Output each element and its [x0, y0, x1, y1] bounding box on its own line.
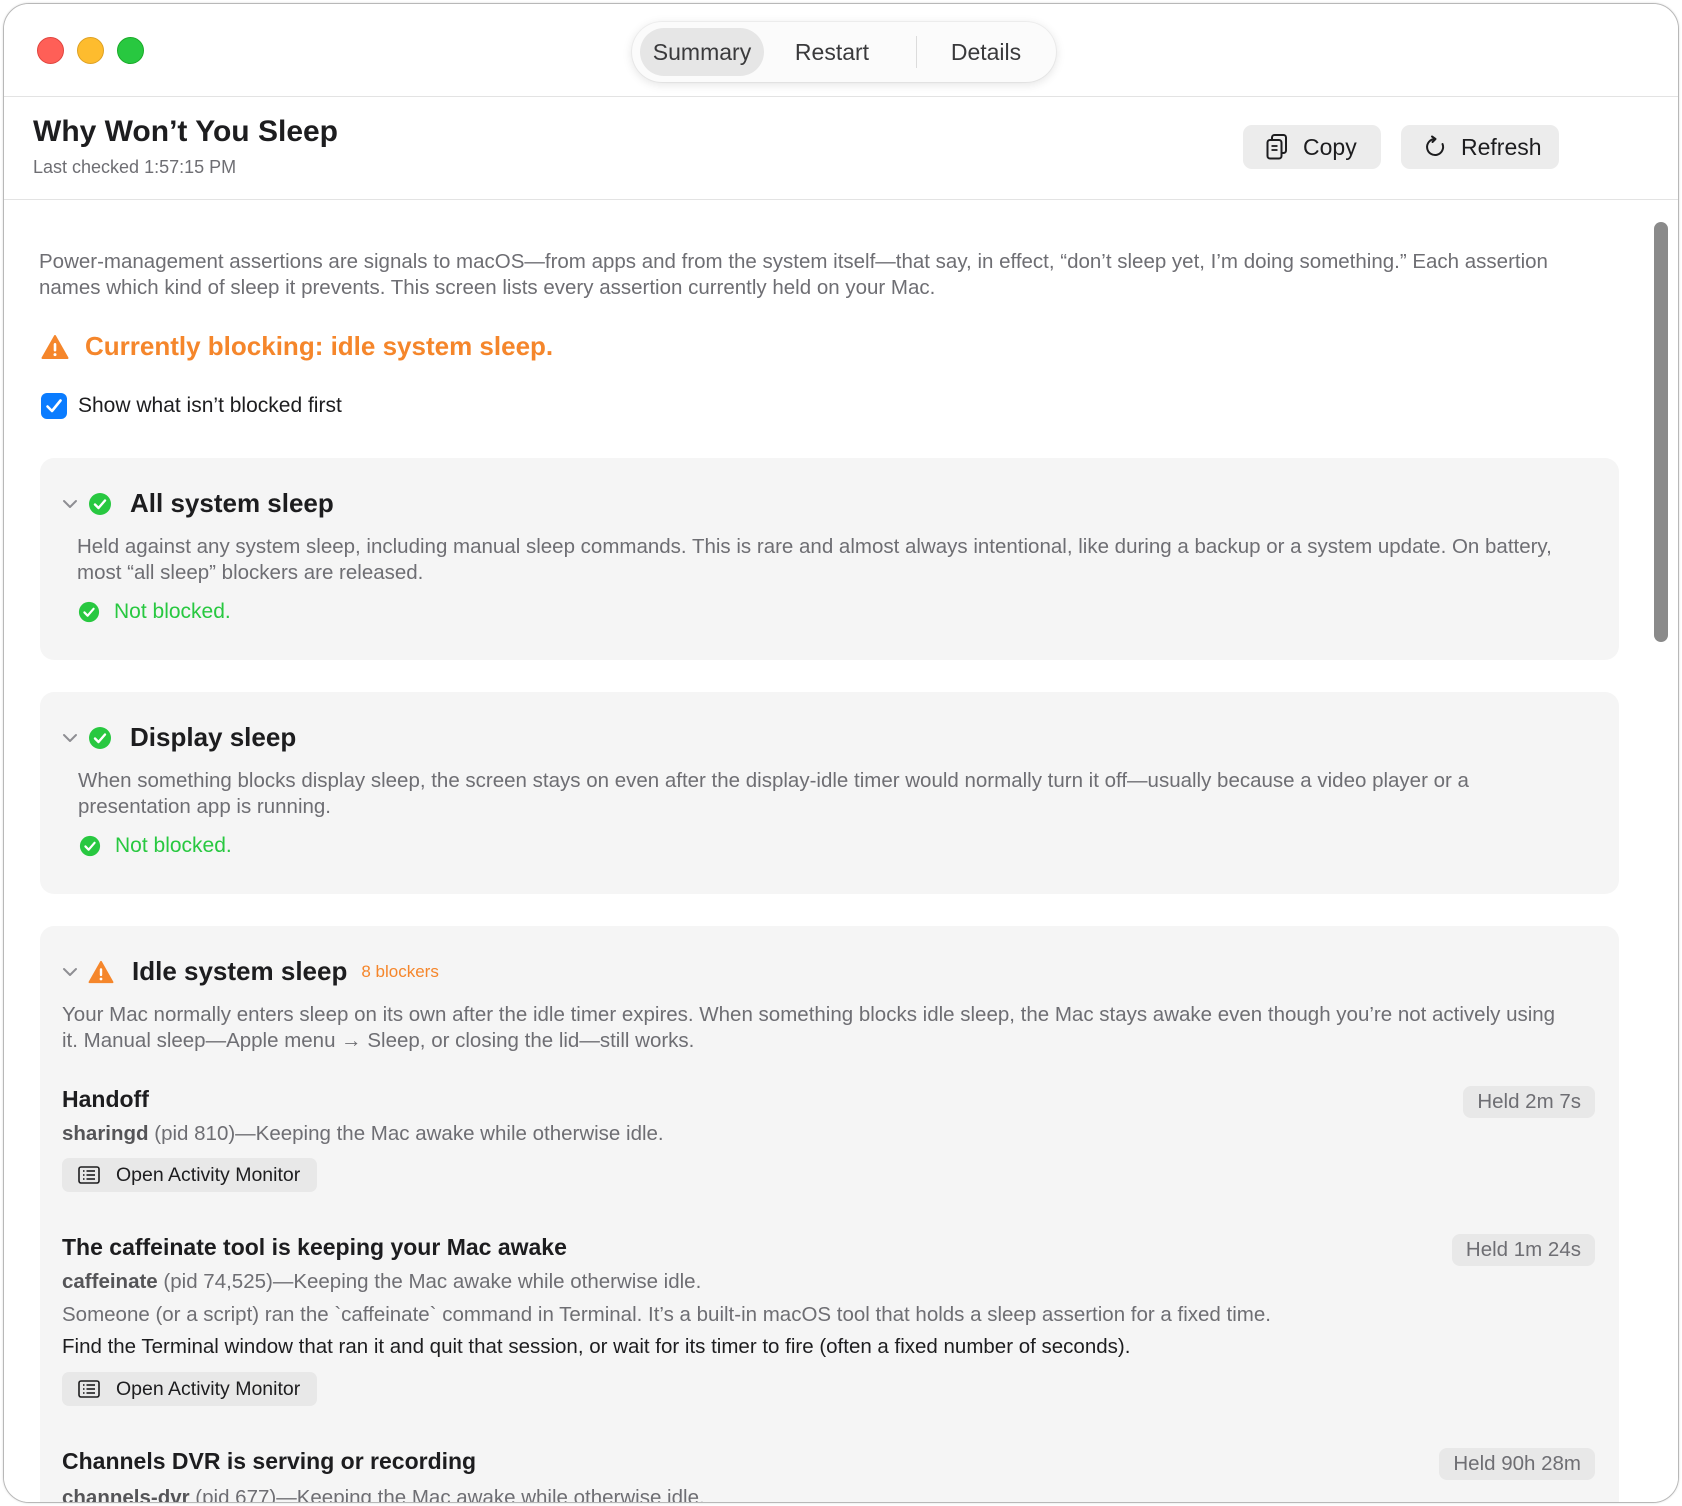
blocker-process-line: channels-dvr (pid 677)—Keeping the Mac a…	[62, 1486, 705, 1502]
page-header: Why Won’t You Sleep Last checked 1:57:15…	[4, 97, 1678, 200]
copy-button[interactable]: Copy	[1243, 125, 1381, 169]
copy-icon	[1266, 134, 1287, 160]
section-description: When something blocks display sleep, the…	[78, 769, 1469, 818]
blocking-banner: Currently blocking: idle system sleep.	[41, 331, 553, 362]
button-label: Open Activity Monitor	[116, 1377, 301, 1400]
check-circle-icon	[89, 726, 111, 749]
blocker-process-line: sharingd (pid 810)—Keeping the Mac awake…	[62, 1122, 664, 1146]
section-description: Held against any system sleep, including…	[77, 535, 1552, 584]
close-window-button[interactable]	[37, 37, 64, 64]
blocker-title: Channels DVR is serving or recording	[62, 1448, 477, 1474]
minimize-window-button[interactable]	[77, 37, 104, 64]
tab-details[interactable]: Details	[924, 28, 1048, 76]
scrollbar-thumb[interactable]	[1654, 222, 1668, 642]
tab-restart[interactable]: Restart	[772, 28, 892, 76]
blocker-advice: Find the Terminal window that ran it and…	[62, 1335, 1131, 1358]
intro-text: Power-management assertions are signals …	[39, 250, 1548, 299]
title-bar: Summary Restart Details	[4, 4, 1678, 97]
held-duration-badge: Held 1m 24s	[1451, 1234, 1595, 1266]
chevron-down-icon[interactable]	[60, 732, 80, 744]
warning-triangle-icon	[41, 334, 69, 359]
open-activity-monitor-button[interactable]: Open Activity Monitor	[62, 1158, 318, 1192]
button-label: Open Activity Monitor	[116, 1163, 301, 1186]
section-header[interactable]: Idle system sleep 8 blockers	[60, 956, 439, 987]
blocking-message: Currently blocking: idle system sleep.	[85, 331, 554, 361]
check-circle-icon	[79, 835, 101, 857]
scroll-content[interactable]: Power-management assertions are signals …	[4, 200, 1678, 1502]
section-description: Your Mac normally enters sleep on its ow…	[62, 1003, 1556, 1052]
blocker-title: Handoff	[62, 1086, 149, 1112]
process-detail: (pid 810)—Keeping the Mac awake while ot…	[148, 1122, 664, 1145]
section-header[interactable]: Display sleep	[60, 722, 296, 753]
segment-divider	[916, 36, 917, 68]
blocker-title: The caffeinate tool is keeping your Mac …	[62, 1234, 567, 1260]
process-name: sharingd	[62, 1122, 149, 1145]
section-title: Idle system sleep	[132, 956, 348, 986]
process-detail: (pid 677)—Keeping the Mac awake while ot…	[189, 1486, 705, 1502]
refresh-button[interactable]: Refresh	[1401, 125, 1559, 169]
view-segmented-control: Summary Restart Details	[632, 22, 1056, 82]
open-activity-monitor-button[interactable]: Open Activity Monitor	[62, 1372, 318, 1406]
tab-summary[interactable]: Summary	[640, 28, 764, 76]
zoom-window-button[interactable]	[117, 37, 144, 64]
checkbox-label: Show what isn’t blocked first	[78, 394, 342, 417]
check-circle-icon	[89, 492, 111, 515]
section-all-system-sleep: All system sleep Held against any system…	[40, 458, 1619, 660]
process-name: caffeinate	[62, 1270, 158, 1293]
warning-triangle-icon	[88, 960, 114, 983]
held-duration-badge: Held 90h 28m	[1439, 1448, 1595, 1480]
show-unblocked-first-toggle[interactable]: Show what isn’t blocked first	[41, 393, 342, 419]
section-header[interactable]: All system sleep	[60, 488, 334, 519]
held-duration-badge: Held 2m 7s	[1463, 1086, 1595, 1118]
section-display-sleep: Display sleep When something blocks disp…	[40, 692, 1619, 894]
chevron-down-icon[interactable]	[60, 498, 80, 510]
status-text: Not blocked.	[115, 834, 232, 857]
refresh-button-label: Refresh	[1461, 133, 1542, 160]
chevron-down-icon[interactable]	[60, 966, 80, 978]
checkbox[interactable]	[41, 393, 67, 419]
refresh-icon	[1426, 135, 1445, 156]
activity-monitor-icon	[78, 1166, 100, 1184]
status-line: Not blocked.	[78, 600, 231, 624]
check-circle-icon	[78, 601, 100, 623]
activity-monitor-icon	[78, 1380, 100, 1398]
page-title: Why Won’t You Sleep	[33, 115, 339, 148]
blocker-explanation: Someone (or a script) ran the `caffeinat…	[62, 1303, 1271, 1326]
last-checked-label: Last checked 1:57:15 PM	[33, 157, 237, 177]
checkmark-icon	[46, 399, 62, 413]
status-line: Not blocked.	[79, 834, 232, 858]
section-title: All system sleep	[130, 488, 334, 518]
app-window: Summary Restart Details Why Won’t You Sl…	[3, 3, 1679, 1503]
section-title: Display sleep	[130, 722, 297, 752]
blocker-process-line: caffeinate (pid 74,525)—Keeping the Mac …	[62, 1270, 701, 1294]
process-name: channels-dvr	[62, 1486, 190, 1502]
copy-button-label: Copy	[1303, 133, 1357, 160]
process-detail: (pid 74,525)—Keeping the Mac awake while…	[157, 1270, 702, 1293]
status-text: Not blocked.	[114, 600, 231, 623]
section-idle-system-sleep: Idle system sleep 8 blockers Your Mac no…	[40, 926, 1619, 1502]
blocker-count-badge: 8 blockers	[361, 961, 439, 981]
